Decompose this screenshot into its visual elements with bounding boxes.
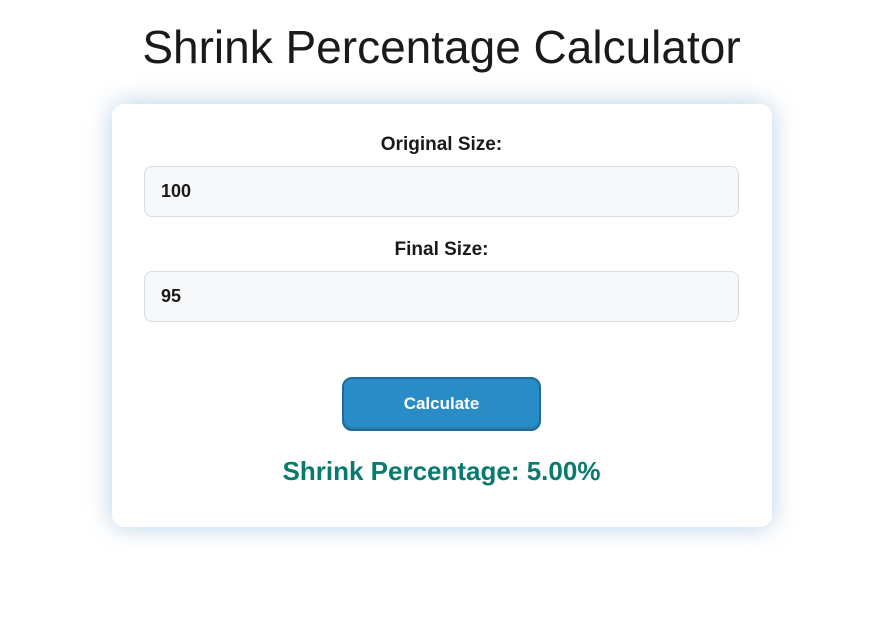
final-size-input[interactable]	[144, 271, 739, 322]
button-wrap: Calculate	[132, 377, 752, 431]
original-size-label: Original Size:	[132, 134, 752, 156]
calculate-button[interactable]: Calculate	[342, 377, 542, 431]
result-text: Shrink Percentage: 5.00%	[132, 456, 752, 487]
final-size-label: Final Size:	[132, 239, 752, 261]
page-title: Shrink Percentage Calculator	[0, 20, 883, 74]
main-container: Shrink Percentage Calculator Original Si…	[0, 0, 883, 527]
original-size-input[interactable]	[144, 166, 739, 217]
calculator-card: Original Size: Final Size: Calculate Shr…	[112, 104, 772, 527]
original-size-group: Original Size:	[132, 134, 752, 217]
final-size-group: Final Size:	[132, 239, 752, 322]
